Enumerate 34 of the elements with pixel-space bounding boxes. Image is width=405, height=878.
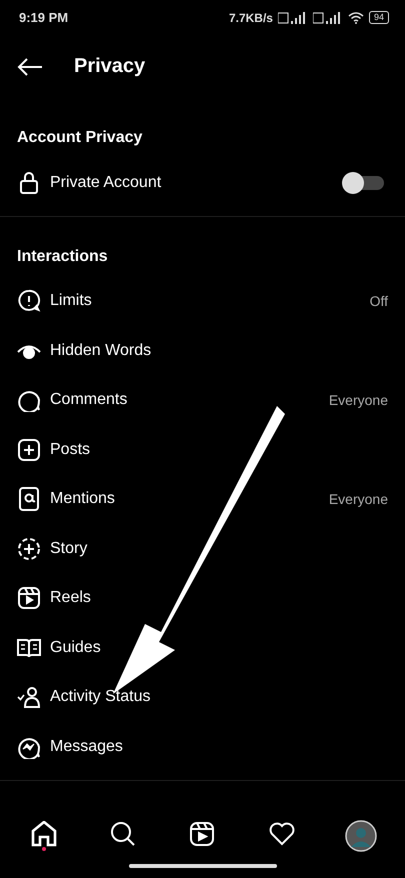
plus-square-icon — [17, 438, 41, 462]
setting-label[interactable]: Mentions — [50, 490, 329, 508]
status-time: 9:19 PM — [19, 10, 68, 25]
setting-label[interactable]: Comments — [50, 391, 329, 410]
setting-value: Off — [370, 293, 388, 310]
signal-icon — [278, 12, 308, 24]
setting-label[interactable]: Story — [50, 540, 388, 558]
page-title: Privacy — [74, 55, 146, 78]
lock-icon — [17, 170, 41, 195]
signal-icon — [312, 12, 343, 24]
battery-level: 94 — [368, 11, 389, 24]
setting-label[interactable]: Activity Status — [50, 688, 388, 706]
profile-avatar[interactable] — [345, 820, 378, 852]
setting-label[interactable]: Reels — [50, 589, 388, 608]
section-title: Interactions — [16, 246, 109, 266]
setting-label[interactable]: Private Account — [50, 174, 346, 192]
setting-value: Everyone — [328, 491, 388, 508]
wifi-icon — [348, 12, 364, 24]
setting-label[interactable]: Limits — [50, 292, 370, 310]
setting-label[interactable]: Hidden Words — [50, 342, 388, 360]
setting-label[interactable]: Guides — [50, 638, 388, 657]
section-title: Account Privacy — [16, 128, 144, 148]
setting-value: Everyone — [328, 392, 388, 408]
setting-label[interactable]: Messages — [50, 738, 388, 756]
home-icon[interactable] — [30, 821, 57, 851]
back-arrow-icon[interactable] — [17, 58, 43, 76]
speech-bubble-icon — [17, 388, 41, 412]
reels-icon — [17, 586, 41, 610]
network-speed: 7.7KB/s — [228, 10, 273, 24]
at-sign-icon — [17, 487, 41, 512]
exclamation-bubble-icon — [17, 289, 41, 314]
setting-label[interactable]: Posts — [50, 440, 388, 459]
dashed-plus-circle-icon — [17, 536, 41, 561]
person-check-icon — [17, 685, 41, 710]
